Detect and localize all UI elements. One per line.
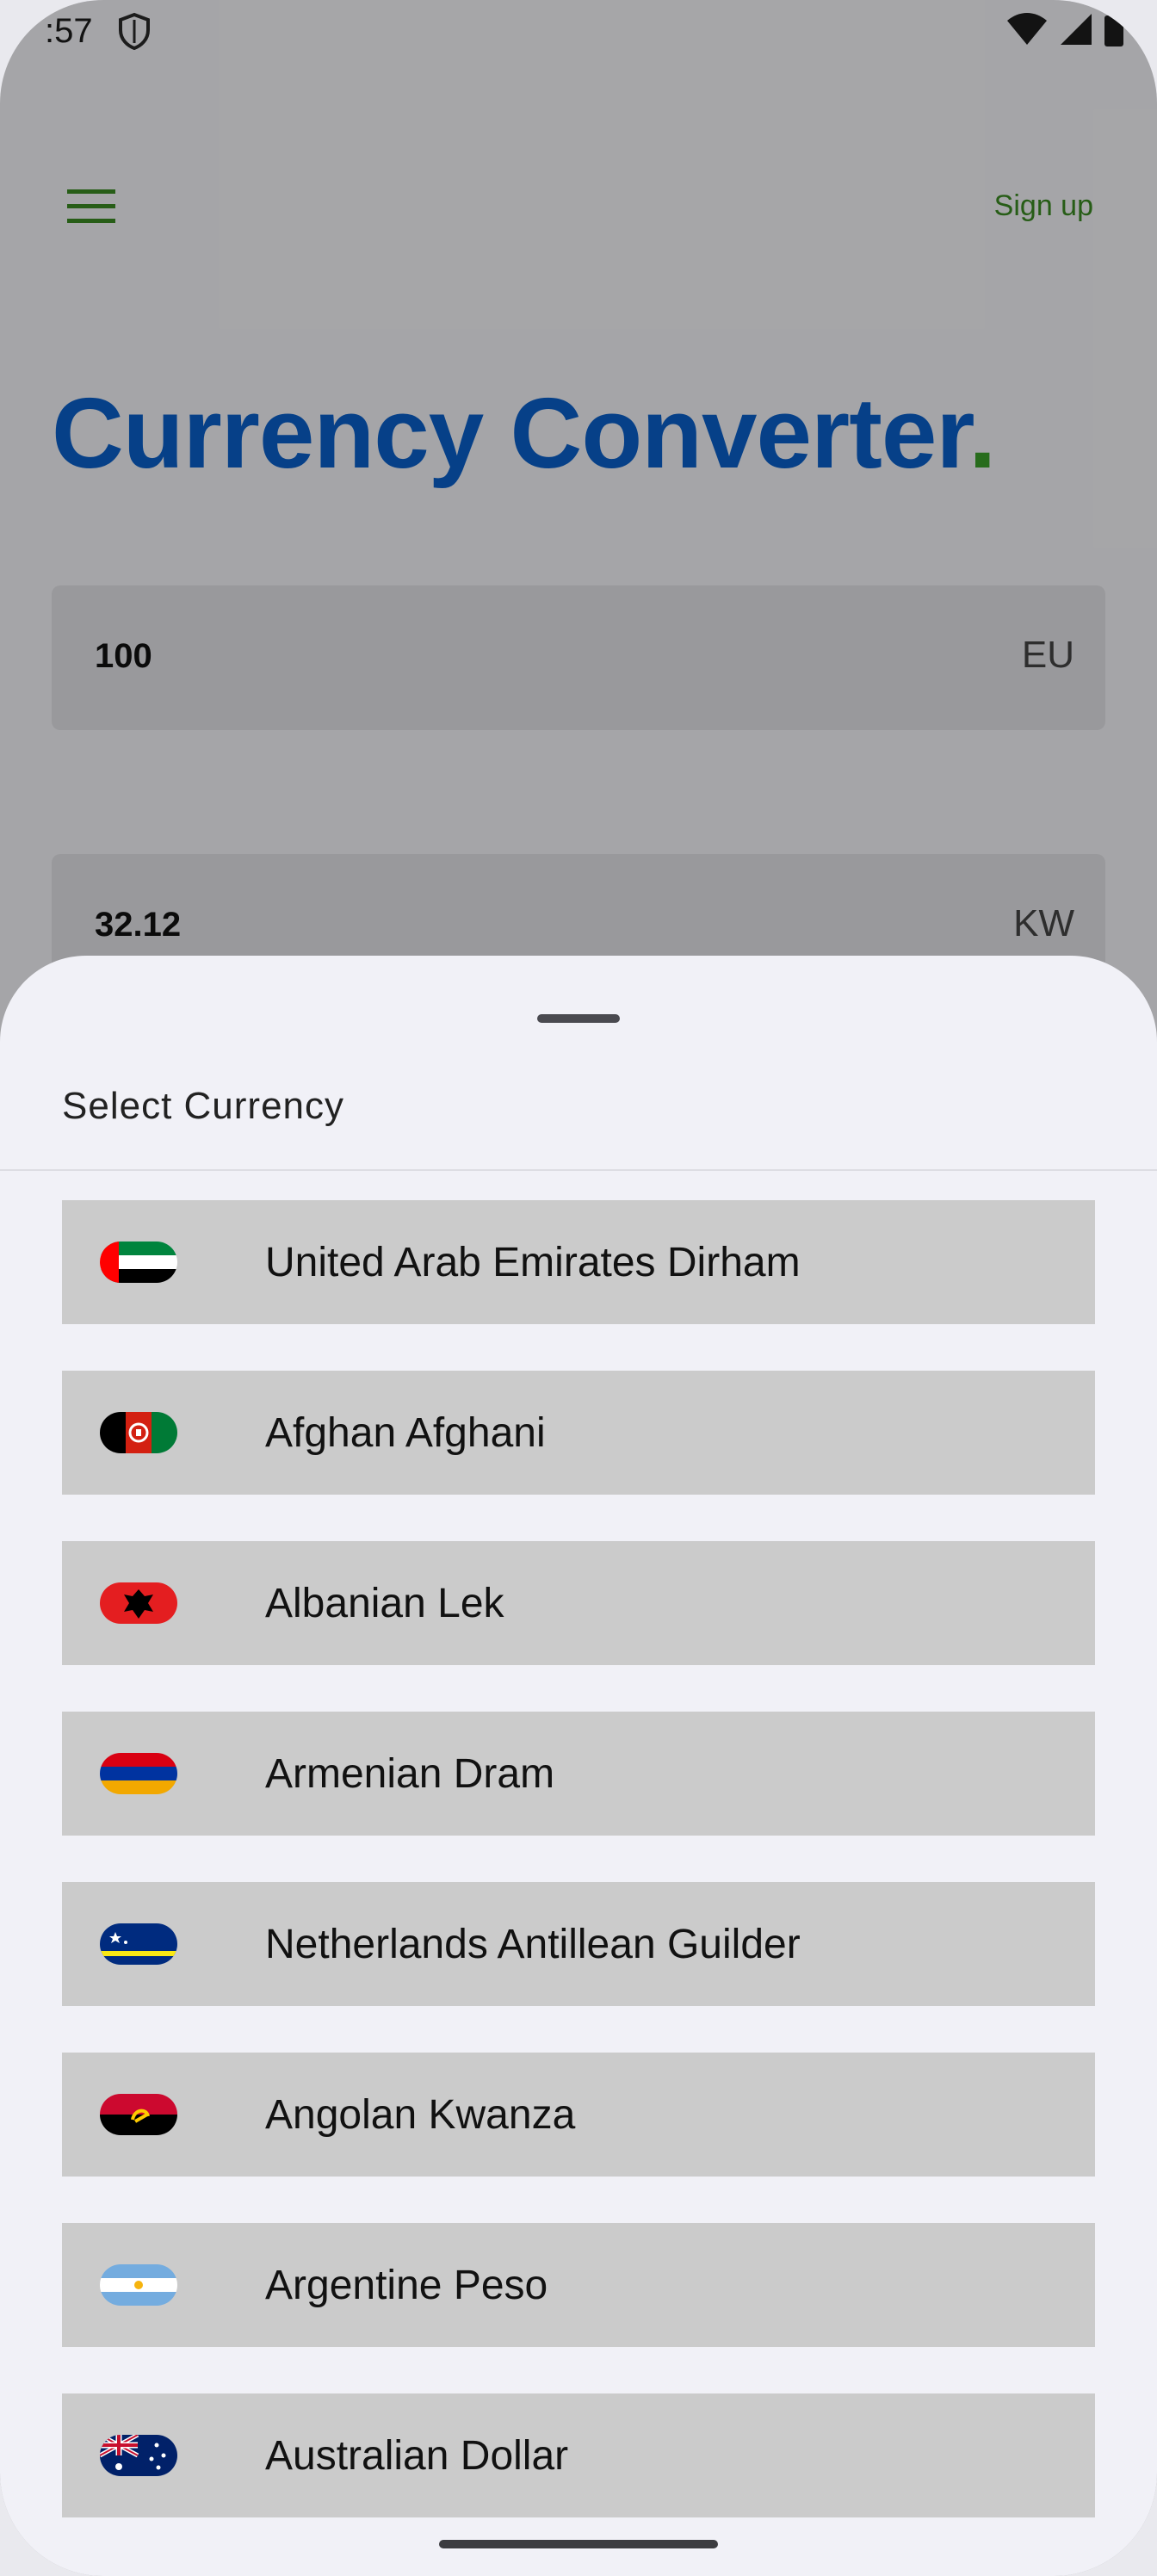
sheet-drag-handle[interactable] (537, 1014, 620, 1023)
al-flag-icon (100, 1582, 177, 1624)
currency-list: United Arab Emirates Dirham Afghan Afgha… (62, 1200, 1095, 2564)
currency-name: Armenian Dram (265, 1751, 555, 1797)
sheet-title: Select Currency (62, 1085, 345, 1127)
ae-flag-icon (100, 1242, 177, 1283)
an-flag-icon (100, 1923, 177, 1965)
sheet-divider (0, 1169, 1157, 1171)
au-flag-icon (100, 2435, 177, 2476)
currency-bottom-sheet: Select Currency United Arab Emirates Dir… (0, 956, 1157, 2576)
currency-name: Argentine Peso (265, 2263, 548, 2308)
currency-item[interactable]: Netherlands Antillean Guilder (62, 1882, 1095, 2006)
currency-name: Australian Dollar (265, 2433, 569, 2479)
currency-item[interactable]: Albanian Lek (62, 1541, 1095, 1665)
ao-flag-icon (100, 2094, 177, 2135)
currency-name: Albanian Lek (265, 1581, 504, 1626)
ar-flag-icon (100, 2264, 177, 2306)
currency-item[interactable]: Angolan Kwanza (62, 2053, 1095, 2177)
currency-name: United Arab Emirates Dirham (265, 1240, 801, 1285)
currency-name: Angolan Kwanza (265, 2092, 576, 2138)
currency-item[interactable]: Armenian Dram (62, 1712, 1095, 1836)
gesture-home-bar[interactable] (439, 2540, 718, 2548)
am-flag-icon (100, 1753, 177, 1794)
currency-name: Netherlands Antillean Guilder (265, 1922, 801, 1967)
device-screen: :57 Sign up Currency Converter. 100 EU 3… (0, 0, 1157, 2576)
currency-item[interactable]: Argentine Peso (62, 2223, 1095, 2347)
currency-name: Afghan Afghani (265, 1410, 546, 1456)
currency-item[interactable]: United Arab Emirates Dirham (62, 1200, 1095, 1324)
af-flag-icon (100, 1412, 177, 1453)
currency-item[interactable]: Australian Dollar (62, 2393, 1095, 2517)
currency-item[interactable]: Afghan Afghani (62, 1371, 1095, 1495)
